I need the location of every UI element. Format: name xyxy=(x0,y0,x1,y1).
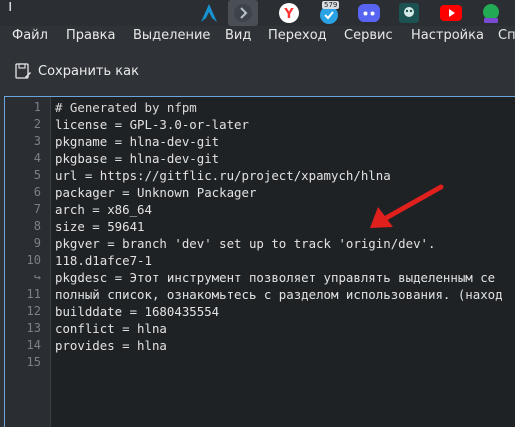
annotation-arrow-overlay xyxy=(370,184,444,228)
red-arrow-icon xyxy=(370,184,444,228)
